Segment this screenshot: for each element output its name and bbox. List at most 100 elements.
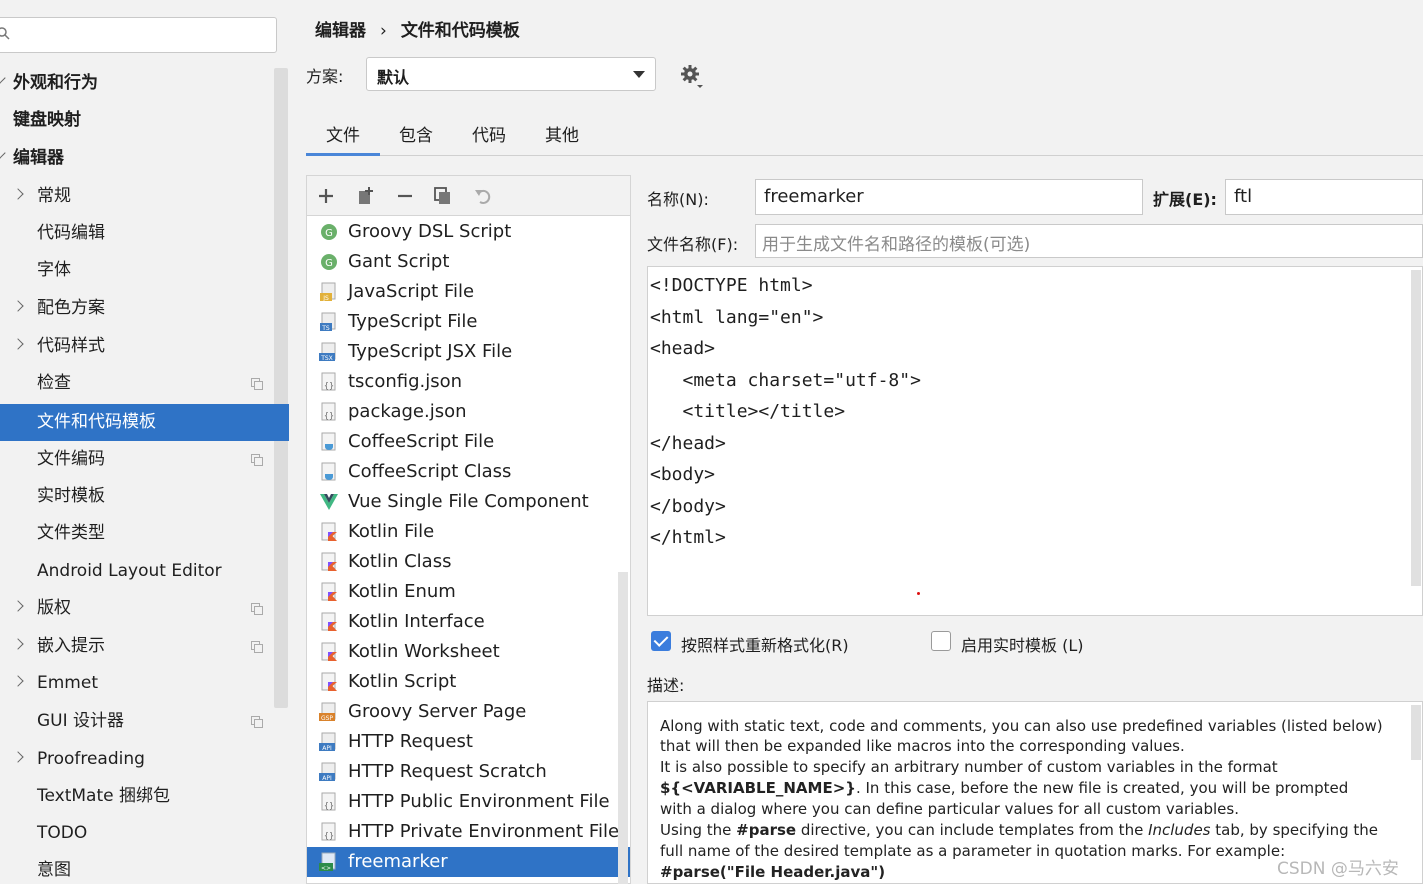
sidebar-item-font[interactable]: 字体 <box>0 252 289 289</box>
template-list-item[interactable]: {} tsconfig.json <box>307 367 630 397</box>
breadcrumb-parent[interactable]: 编辑器 <box>315 21 366 41</box>
template-list-item[interactable]: CoffeeScript Class <box>307 457 630 487</box>
project-settings-icon <box>251 454 263 466</box>
settings-search-input[interactable] <box>0 17 277 53</box>
template-list-item[interactable]: G Gant Script <box>307 247 630 277</box>
sidebar-item-inlay-hints[interactable]: 嵌入提示 <box>0 628 289 665</box>
template-list-item[interactable]: {} HTTP Private Environment File <box>307 817 630 847</box>
sidebar-item-gui-designer[interactable]: GUI 设计器 <box>0 703 289 740</box>
template-list-item[interactable]: Kotlin Interface <box>307 607 630 637</box>
tab-files[interactable]: 文件 <box>306 118 380 156</box>
file-name-input[interactable]: 用于生成文件名和路径的模板(可选) <box>755 224 1423 258</box>
sidebar-item-file-templates[interactable]: 文件和代码模板 <box>0 404 289 441</box>
template-list-item[interactable]: {} package.json <box>307 397 630 427</box>
groovy-icon: G <box>319 222 339 242</box>
sidebar-item-color-scheme[interactable]: 配色方案 <box>0 290 289 327</box>
code-line: <head> <box>650 338 716 359</box>
gsp-file-icon: GSP <box>319 702 339 722</box>
sidebar-item-label: 常规 <box>37 186 71 206</box>
template-list-item[interactable]: GSP Groovy Server Page <box>307 697 630 727</box>
template-list-item[interactable]: <> freemarker <box>307 847 630 877</box>
sidebar-item-inspections[interactable]: 检查 <box>0 365 289 402</box>
sidebar-item-label: 外观和行为 <box>13 73 98 93</box>
sidebar-item-emmet[interactable]: Emmet <box>0 665 289 702</box>
live-template-checkbox[interactable] <box>931 631 951 651</box>
template-list-item-label: Kotlin Enum <box>348 581 456 602</box>
template-list-item[interactable]: JS JavaScript File <box>307 277 630 307</box>
kotlin-file-icon <box>319 552 339 572</box>
project-settings-icon <box>251 641 263 653</box>
template-list-item[interactable]: TS TypeScript File <box>307 307 630 337</box>
description-scrollbar[interactable] <box>1411 705 1421 760</box>
reset-icon[interactable] <box>472 185 494 207</box>
template-list-item[interactable]: TSX TypeScript JSX File <box>307 337 630 367</box>
sidebar-item-textmate-bundles[interactable]: TextMate 捆绑包 <box>0 778 289 815</box>
sidebar-item-code-style[interactable]: 代码样式 <box>0 328 289 365</box>
template-list-item[interactable]: Kotlin Script <box>307 667 630 697</box>
sidebar-item-file-encodings[interactable]: 文件编码 <box>0 441 289 478</box>
template-list-item[interactable]: Kotlin Class <box>307 547 630 577</box>
search-icon <box>0 27 10 40</box>
sidebar-item-appearance[interactable]: 外观和行为 <box>0 65 289 102</box>
template-list-item[interactable]: Kotlin Enum <box>307 577 630 607</box>
scheme-dropdown[interactable]: 默认 <box>366 57 656 91</box>
chevron-down-icon <box>0 72 6 84</box>
svg-text:API: API <box>322 745 332 752</box>
reformat-label[interactable]: 按照样式重新格式化(R) <box>681 632 849 656</box>
code-editor-scrollbar[interactable] <box>1411 270 1421 586</box>
description-example: #parse("File Header.java") <box>660 863 886 881</box>
svg-text:TSX: TSX <box>320 355 333 362</box>
typescript-file-icon: TS <box>319 312 339 332</box>
template-list-item-label: HTTP Request <box>348 731 473 752</box>
template-list-item[interactable]: API HTTP Request Scratch <box>307 757 630 787</box>
tab-code[interactable]: 代码 <box>459 118 519 156</box>
live-template-label[interactable]: 启用实时模板 (L) <box>961 632 1084 656</box>
sidebar-item-general[interactable]: 常规 <box>0 178 289 215</box>
tab-other[interactable]: 其他 <box>532 118 592 156</box>
template-list-item[interactable]: G Groovy DSL Script <box>307 217 630 247</box>
copy-icon[interactable] <box>432 185 454 207</box>
sidebar-item-copyright[interactable]: 版权 <box>0 590 289 627</box>
sidebar-item-keymap[interactable]: 键盘映射 <box>0 102 289 139</box>
settings-window: 外观和行为 键盘映射 编辑器 常规 代码编辑 字体 配色方案 代码样式 检查 文… <box>0 0 1423 884</box>
sidebar-item-label: Android Layout Editor <box>37 561 222 581</box>
template-code-editor[interactable]: <!DOCTYPE html> <html lang="en"> <head> … <box>647 266 1423 616</box>
sidebar-item-live-templates[interactable]: 实时模板 <box>0 478 289 515</box>
tab-includes[interactable]: 包含 <box>386 118 446 156</box>
sidebar-item-proofreading[interactable]: Proofreading <box>0 741 289 778</box>
template-list-item-label: HTTP Private Environment File <box>348 821 620 842</box>
project-settings-icon <box>251 603 263 615</box>
scheme-value: 默认 <box>377 68 410 87</box>
svg-text:GSP: GSP <box>321 715 333 722</box>
remove-icon[interactable] <box>394 185 416 207</box>
template-list-item[interactable]: Kotlin Worksheet <box>307 637 630 667</box>
reformat-checkbox[interactable] <box>651 631 671 651</box>
description-text: . In this case, before the new file is c… <box>855 779 1349 797</box>
add-icon[interactable] <box>315 185 337 207</box>
template-list-item[interactable]: {} HTTP Public Environment File <box>307 787 630 817</box>
breadcrumb: 编辑器 › 文件和代码模板 <box>315 16 520 41</box>
template-list-item-label: Kotlin Script <box>348 671 457 692</box>
description-text: directive, you can include templates fro… <box>796 821 1149 839</box>
sidebar-item-editor[interactable]: 编辑器 <box>0 140 289 177</box>
template-name-input[interactable]: freemarker <box>755 179 1143 215</box>
sidebar-item-todo[interactable]: TODO <box>0 815 289 852</box>
template-list-item[interactable]: API HTTP Request <box>307 727 630 757</box>
sidebar-item-label: TODO <box>37 823 88 843</box>
template-list-scrollbar[interactable] <box>618 572 628 884</box>
gear-icon[interactable] <box>679 63 705 89</box>
extension-input[interactable]: ftl <box>1225 179 1423 215</box>
sidebar-item-file-types[interactable]: 文件类型 <box>0 515 289 552</box>
sidebar-item-code-editing[interactable]: 代码编辑 <box>0 215 289 252</box>
template-list-item[interactable]: Kotlin File <box>307 517 630 547</box>
description-line: that will then be expanded like macros i… <box>660 737 1185 755</box>
code-line: <title></title> <box>650 401 846 422</box>
project-settings-icon <box>251 716 263 728</box>
json-file-icon: {} <box>319 822 339 842</box>
template-list-item[interactable]: Vue Single File Component <box>307 487 630 517</box>
sidebar-item-android-layout-editor[interactable]: Android Layout Editor <box>0 553 289 590</box>
file-name-label: 文件名称(F): <box>647 235 739 254</box>
template-list-item[interactable]: CoffeeScript File <box>307 427 630 457</box>
add-child-icon[interactable] <box>355 185 377 207</box>
sidebar-item-intentions[interactable]: 意图 <box>0 852 289 884</box>
